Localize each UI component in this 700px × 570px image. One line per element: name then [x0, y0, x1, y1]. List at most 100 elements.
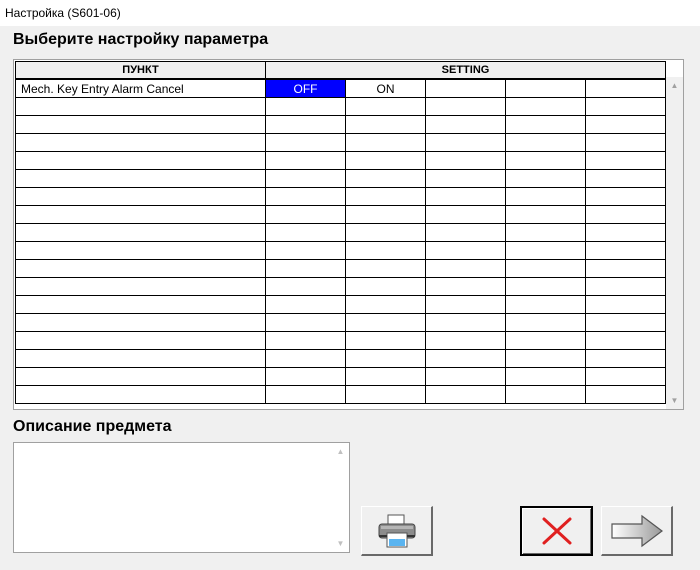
table-row[interactable] [15, 169, 666, 188]
setting-option-cell[interactable] [265, 97, 346, 116]
setting-option-cell[interactable] [265, 241, 346, 260]
item-cell[interactable] [15, 205, 266, 224]
setting-option-cell[interactable] [345, 187, 426, 206]
setting-option-cell[interactable] [505, 295, 586, 314]
item-cell[interactable] [15, 367, 266, 386]
item-cell[interactable] [15, 169, 266, 188]
item-cell[interactable] [15, 151, 266, 170]
setting-option-cell[interactable] [585, 187, 666, 206]
item-cell[interactable] [15, 313, 266, 332]
setting-option-cell[interactable] [425, 367, 506, 386]
setting-option-cell[interactable] [505, 205, 586, 224]
setting-option-cell[interactable] [265, 277, 346, 296]
setting-option-cell[interactable] [425, 151, 506, 170]
scroll-down-icon[interactable]: ▼ [666, 392, 683, 409]
item-cell[interactable] [15, 241, 266, 260]
item-cell[interactable] [15, 349, 266, 368]
setting-option-cell[interactable] [505, 241, 586, 260]
description-text-area[interactable]: ▲ ▼ [13, 442, 350, 553]
next-button[interactable] [601, 506, 673, 556]
setting-option-cell[interactable] [265, 115, 346, 134]
setting-option-cell[interactable] [505, 313, 586, 332]
setting-option-cell[interactable] [345, 241, 426, 260]
setting-option-cell[interactable] [585, 241, 666, 260]
setting-option-cell[interactable] [585, 385, 666, 404]
setting-option-cell[interactable] [345, 313, 426, 332]
setting-option-cell[interactable] [425, 331, 506, 350]
setting-option-cell[interactable] [265, 133, 346, 152]
setting-option-cell[interactable] [505, 151, 586, 170]
table-row[interactable] [15, 115, 666, 134]
setting-option-cell[interactable] [345, 367, 426, 386]
setting-option-cell[interactable] [425, 187, 506, 206]
setting-option-cell[interactable] [505, 223, 586, 242]
setting-option-cell[interactable] [345, 295, 426, 314]
table-row[interactable] [15, 367, 666, 386]
settings-grid[interactable]: ПУНКТ SETTING Mech. Key Entry Alarm Canc… [13, 59, 684, 410]
setting-option-cell[interactable] [425, 97, 506, 116]
setting-option-cell[interactable] [505, 133, 586, 152]
setting-option-cell[interactable]: ON [345, 78, 426, 98]
item-cell[interactable] [15, 295, 266, 314]
setting-option-cell[interactable] [585, 295, 666, 314]
table-row[interactable] [15, 277, 666, 296]
table-row[interactable] [15, 205, 666, 224]
table-row[interactable] [15, 385, 666, 404]
setting-option-cell[interactable] [505, 367, 586, 386]
setting-option-cell[interactable] [505, 259, 586, 278]
setting-option-cell[interactable] [345, 223, 426, 242]
setting-option-cell[interactable] [425, 259, 506, 278]
setting-option-cell[interactable]: OFF [265, 78, 346, 98]
item-cell[interactable] [15, 331, 266, 350]
setting-option-cell[interactable] [425, 241, 506, 260]
setting-option-cell[interactable] [425, 115, 506, 134]
item-cell[interactable] [15, 385, 266, 404]
setting-option-cell[interactable] [345, 385, 426, 404]
setting-option-cell[interactable] [585, 367, 666, 386]
table-row[interactable] [15, 223, 666, 242]
item-cell[interactable]: Mech. Key Entry Alarm Cancel [15, 78, 266, 98]
setting-option-cell[interactable] [585, 277, 666, 296]
grid-scrollbar[interactable]: ▲ ▼ [666, 77, 683, 409]
table-row[interactable] [15, 133, 666, 152]
setting-option-cell[interactable] [425, 295, 506, 314]
cancel-button[interactable] [520, 506, 593, 556]
setting-option-cell[interactable] [265, 349, 346, 368]
setting-option-cell[interactable] [425, 385, 506, 404]
table-row[interactable] [15, 187, 666, 206]
table-row[interactable] [15, 97, 666, 116]
setting-option-cell[interactable] [345, 349, 426, 368]
setting-option-cell[interactable] [505, 277, 586, 296]
setting-option-cell[interactable] [345, 133, 426, 152]
setting-option-cell[interactable] [345, 277, 426, 296]
setting-option-cell[interactable] [345, 169, 426, 188]
setting-option-cell[interactable] [505, 187, 586, 206]
setting-option-cell[interactable] [265, 331, 346, 350]
setting-option-cell[interactable] [425, 205, 506, 224]
scroll-down-icon[interactable]: ▼ [332, 535, 349, 552]
setting-option-cell[interactable] [505, 331, 586, 350]
setting-option-cell[interactable] [585, 223, 666, 242]
table-row[interactable] [15, 151, 666, 170]
item-cell[interactable] [15, 223, 266, 242]
setting-option-cell[interactable] [425, 169, 506, 188]
setting-option-cell[interactable] [585, 349, 666, 368]
setting-option-cell[interactable] [505, 385, 586, 404]
setting-option-cell[interactable] [425, 313, 506, 332]
table-row[interactable] [15, 313, 666, 332]
setting-option-cell[interactable] [345, 205, 426, 224]
setting-option-cell[interactable] [265, 385, 346, 404]
item-cell[interactable] [15, 97, 266, 116]
setting-option-cell[interactable] [265, 205, 346, 224]
setting-option-cell[interactable] [585, 169, 666, 188]
setting-option-cell[interactable] [505, 97, 586, 116]
scroll-up-icon[interactable]: ▲ [332, 443, 349, 460]
setting-option-cell[interactable] [585, 259, 666, 278]
setting-option-cell[interactable] [265, 169, 346, 188]
scroll-up-icon[interactable]: ▲ [666, 77, 683, 94]
setting-option-cell[interactable] [425, 223, 506, 242]
setting-option-cell[interactable] [425, 277, 506, 296]
setting-option-cell[interactable] [585, 115, 666, 134]
setting-option-cell[interactable] [265, 223, 346, 242]
setting-option-cell[interactable] [425, 349, 506, 368]
